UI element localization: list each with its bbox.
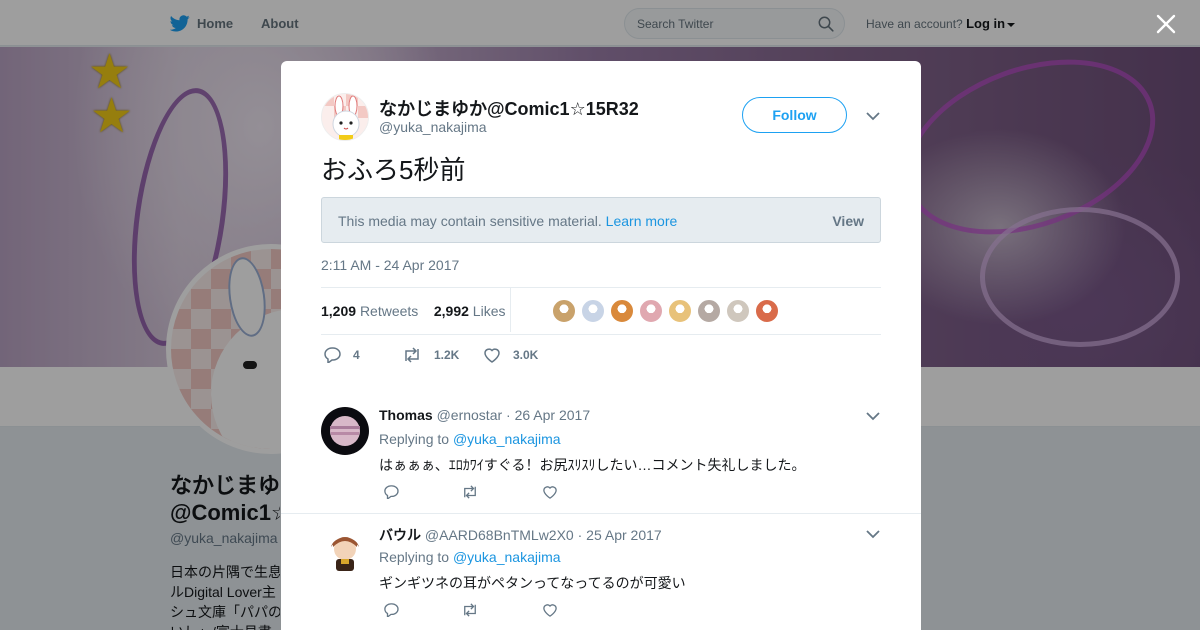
tweet-text: おふろ5秒前 bbox=[321, 155, 466, 185]
learn-more-link[interactable]: Learn more bbox=[606, 213, 678, 229]
reply-header: バウル @AARD68BnTMLw2X0 · 25 Apr 2017 bbox=[379, 525, 662, 545]
reply-tweet[interactable]: Thomas @ernostar · 26 Apr 2017 Replying … bbox=[281, 407, 921, 517]
replying-to-link[interactable]: @yuka_nakajima bbox=[453, 431, 561, 447]
liker-avatar[interactable] bbox=[726, 299, 750, 323]
figure-avatar-icon bbox=[321, 525, 369, 573]
tweet-author-avatar[interactable] bbox=[321, 93, 369, 141]
divider bbox=[321, 287, 881, 288]
tweet-author-name[interactable]: なかじまゆか@Comic1☆15R32 bbox=[379, 95, 639, 121]
close-icon[interactable] bbox=[1154, 12, 1178, 36]
retweet-icon[interactable] bbox=[461, 485, 479, 499]
retweet-action[interactable]: 1.2K bbox=[402, 347, 459, 363]
retweets-label[interactable]: Retweets bbox=[360, 303, 418, 319]
divider bbox=[321, 334, 881, 335]
tweet-timestamp[interactable]: 2:11 AM - 24 Apr 2017 bbox=[321, 257, 459, 273]
liker-avatar[interactable] bbox=[668, 299, 692, 323]
liker-avatar[interactable] bbox=[755, 299, 779, 323]
sensitive-media-warning: This media may contain sensitive materia… bbox=[321, 197, 881, 243]
bunny-avatar-icon bbox=[322, 94, 368, 140]
reply-separator bbox=[281, 513, 921, 514]
reply-author-avatar[interactable] bbox=[321, 407, 369, 455]
heart-icon[interactable] bbox=[483, 347, 501, 363]
heart-icon[interactable] bbox=[542, 485, 558, 499]
like-action[interactable]: 3.0K bbox=[483, 347, 538, 363]
liker-avatar[interactable] bbox=[552, 299, 576, 323]
liker-avatar[interactable] bbox=[697, 299, 721, 323]
tweet-author-handle[interactable]: @yuka_nakajima bbox=[379, 119, 487, 135]
likes-label[interactable]: Likes bbox=[473, 303, 506, 319]
reply-icon[interactable] bbox=[323, 347, 341, 363]
retweet-icon[interactable] bbox=[461, 603, 479, 617]
replying-to-line: Replying to @yuka_nakajima bbox=[379, 431, 561, 447]
follow-button[interactable]: Follow bbox=[742, 97, 847, 133]
reply-date[interactable]: · 25 Apr 2017 bbox=[578, 527, 662, 543]
stats-separator bbox=[510, 288, 511, 332]
like-count: 3.0K bbox=[513, 348, 539, 362]
replying-to-prefix: Replying to bbox=[379, 549, 450, 565]
view-media-button[interactable]: View bbox=[832, 213, 864, 229]
reply-icon[interactable] bbox=[383, 603, 399, 617]
reply-author-name[interactable]: バウル bbox=[379, 527, 421, 543]
reply-tweet[interactable]: バウル @AARD68BnTMLw2X0 · 25 Apr 2017 Reply… bbox=[281, 525, 921, 630]
likes-count[interactable]: 2,992 bbox=[434, 303, 469, 319]
replying-to-line: Replying to @yuka_nakajima bbox=[379, 549, 561, 565]
reply-count: 4 bbox=[353, 348, 360, 362]
liker-avatar[interactable] bbox=[581, 299, 605, 323]
replying-to-prefix: Replying to bbox=[379, 431, 450, 447]
reply-author-handle[interactable]: @ernostar bbox=[437, 407, 503, 423]
chevron-down-icon[interactable] bbox=[866, 529, 880, 539]
reply-date[interactable]: · 26 Apr 2017 bbox=[506, 407, 590, 423]
reply-text: ギンギツネの耳がペタンってなってるのが可愛い bbox=[379, 575, 686, 591]
replying-to-link[interactable]: @yuka_nakajima bbox=[453, 549, 561, 565]
reply-author-name[interactable]: Thomas bbox=[379, 407, 433, 423]
tweet-modal: なかじまゆか@Comic1☆15R32 @yuka_nakajima Follo… bbox=[281, 61, 921, 630]
reply-author-avatar[interactable] bbox=[321, 525, 369, 573]
reply-icon[interactable] bbox=[383, 485, 399, 499]
planet-avatar-icon bbox=[321, 407, 369, 455]
chevron-down-icon[interactable] bbox=[866, 411, 880, 421]
sensitive-message-line: This media may contain sensitive materia… bbox=[338, 213, 677, 229]
heart-icon[interactable] bbox=[542, 603, 558, 617]
reply-author-handle[interactable]: @AARD68BnTMLw2X0 bbox=[425, 527, 574, 543]
reply-text: はぁぁぁ、ｴﾛｶﾜｲすぐる！お尻ｽﾘｽﾘしたい…コメント失礼しました。 bbox=[379, 457, 806, 473]
retweet-icon[interactable] bbox=[402, 347, 422, 363]
liker-avatar[interactable] bbox=[610, 299, 634, 323]
liker-avatar[interactable] bbox=[639, 299, 663, 323]
reply-header: Thomas @ernostar · 26 Apr 2017 bbox=[379, 407, 590, 423]
liker-avatars bbox=[552, 299, 784, 323]
tweet-stats: 1,209 Retweets 2,992 Likes bbox=[321, 303, 505, 319]
reply-action[interactable]: 4 bbox=[323, 347, 360, 363]
retweet-count: 1.2K bbox=[434, 348, 460, 362]
chevron-down-icon[interactable] bbox=[866, 111, 880, 121]
sensitive-message: This media may contain sensitive materia… bbox=[338, 213, 602, 229]
retweets-count[interactable]: 1,209 bbox=[321, 303, 356, 319]
